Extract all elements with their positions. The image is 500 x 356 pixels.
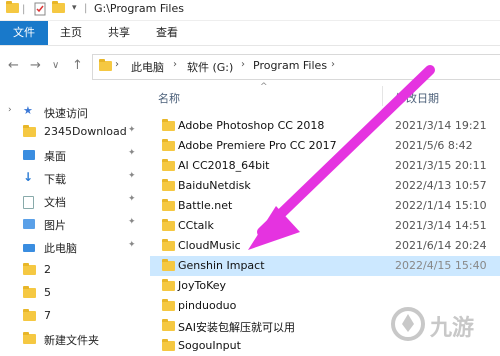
annotation-arrow — [248, 65, 435, 250]
watermark-text: 九游 — [430, 316, 475, 341]
watermark-logo: 九游 — [388, 300, 498, 346]
